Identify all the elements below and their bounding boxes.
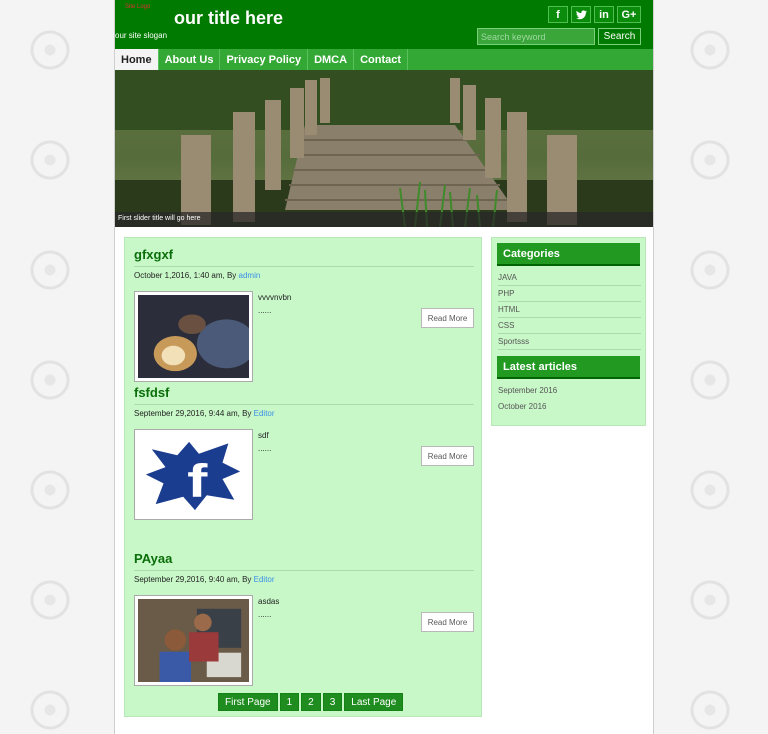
site-slogan: our site slogan	[115, 31, 168, 40]
post-item: PAyaa September 29,2016, 9:40 am, By Edi…	[134, 551, 474, 686]
post-author-link[interactable]: Editor	[254, 409, 275, 418]
linkedin-icon[interactable]: in	[594, 6, 614, 23]
post-thumbnail[interactable]	[134, 595, 253, 686]
post-item: gfxgxf October 1,2016, 1:40 am, By admin…	[134, 247, 474, 382]
slider-image	[115, 70, 653, 227]
category-link-css[interactable]: CSS	[498, 318, 641, 334]
site-title[interactable]: our title here	[174, 8, 283, 29]
latest-articles-list: September 2016 October 2016	[498, 383, 641, 415]
post-meta: September 29,2016, 9:44 am, By Editor	[134, 404, 474, 418]
facebook-logo-image: f	[138, 433, 249, 516]
post-date: September 29,2016, 9:40 am, By	[134, 575, 252, 584]
pagination: First Page 1 2 3 Last Page	[218, 693, 404, 711]
site-header: Site Logo our title here our site slogan…	[115, 0, 653, 49]
category-link-html[interactable]: HTML	[498, 302, 641, 318]
nav-item-contact[interactable]: Contact	[354, 49, 409, 70]
post-date: October 1,2016, 1:40 am, By	[134, 271, 237, 280]
post-excerpt: vvvvnvbn ......	[258, 291, 291, 317]
search-input[interactable]	[477, 28, 595, 45]
googleplus-icon[interactable]: G+	[617, 6, 641, 23]
post-author-link[interactable]: admin	[239, 271, 261, 280]
social-links: f in G+	[548, 6, 641, 23]
category-link-sportsss[interactable]: Sportsss	[498, 334, 641, 350]
post-image	[138, 295, 256, 378]
post-item: fsfdsf September 29,2016, 9:44 am, By Ed…	[134, 385, 474, 520]
post-author-link[interactable]: Editor	[254, 575, 275, 584]
image-slider[interactable]: First slider title will go here	[115, 70, 653, 227]
category-link-java[interactable]: JAVA	[498, 270, 641, 286]
excerpt-text: vvvvnvbn	[258, 293, 292, 302]
posts-container: gfxgxf October 1,2016, 1:40 am, By admin…	[124, 237, 482, 717]
categories-list: JAVA PHP HTML CSS Sportsss	[498, 270, 641, 350]
site-logo[interactable]: Site Logo	[125, 4, 150, 10]
category-link-php[interactable]: PHP	[498, 286, 641, 302]
first-page-button[interactable]: First Page	[218, 693, 278, 711]
post-title[interactable]: PAyaa	[134, 551, 474, 566]
post-excerpt: sdf ......	[258, 429, 271, 455]
read-more-button[interactable]: Read More	[421, 446, 474, 466]
excerpt-ellipsis: ......	[258, 444, 272, 453]
search-button[interactable]: Search	[598, 28, 641, 45]
sidebar: Categories JAVA PHP HTML CSS Sportsss La…	[491, 237, 646, 426]
page-wrapper: Site Logo our title here our site slogan…	[114, 0, 654, 734]
read-more-button[interactable]: Read More	[421, 612, 474, 632]
read-more-button[interactable]: Read More	[421, 308, 474, 328]
search-form: Search	[477, 28, 641, 45]
archive-link-september-2016[interactable]: September 2016	[498, 383, 641, 399]
latest-articles-widget-title: Latest articles	[497, 356, 640, 379]
nav-item-home[interactable]: Home	[115, 49, 159, 70]
archive-link-october-2016[interactable]: October 2016	[498, 399, 641, 415]
post-image	[138, 599, 249, 682]
nav-item-dmca[interactable]: DMCA	[308, 49, 355, 70]
page-1-button[interactable]: 1	[279, 693, 300, 711]
page-2-button[interactable]: 2	[301, 693, 321, 711]
nav-item-about-us[interactable]: About Us	[159, 49, 221, 70]
post-meta: September 29,2016, 9:40 am, By Editor	[134, 570, 474, 584]
categories-widget-title: Categories	[497, 243, 640, 266]
post-date: September 29,2016, 9:44 am, By	[134, 409, 252, 418]
excerpt-ellipsis: ......	[258, 306, 272, 315]
last-page-button[interactable]: Last Page	[344, 693, 404, 711]
twitter-icon[interactable]	[571, 6, 591, 23]
excerpt-text: asdas	[258, 597, 280, 606]
post-thumbnail[interactable]	[134, 291, 256, 382]
post-meta: October 1,2016, 1:40 am, By admin	[134, 266, 474, 280]
post-title[interactable]: fsfdsf	[134, 385, 474, 400]
excerpt-text: sdf	[258, 431, 269, 440]
slider-caption[interactable]: First slider title will go here	[115, 212, 653, 227]
excerpt-ellipsis: ......	[258, 610, 272, 619]
nav-item-privacy-policy[interactable]: Privacy Policy	[220, 49, 309, 70]
page-3-button[interactable]: 3	[322, 693, 343, 711]
main-nav: Home About Us Privacy Policy DMCA Contac…	[115, 49, 653, 70]
post-title[interactable]: gfxgxf	[134, 247, 474, 262]
post-thumbnail[interactable]: f	[134, 429, 253, 520]
post-excerpt: asdas ......	[258, 595, 279, 621]
svg-text:f: f	[187, 456, 208, 507]
facebook-icon[interactable]: f	[548, 6, 568, 23]
